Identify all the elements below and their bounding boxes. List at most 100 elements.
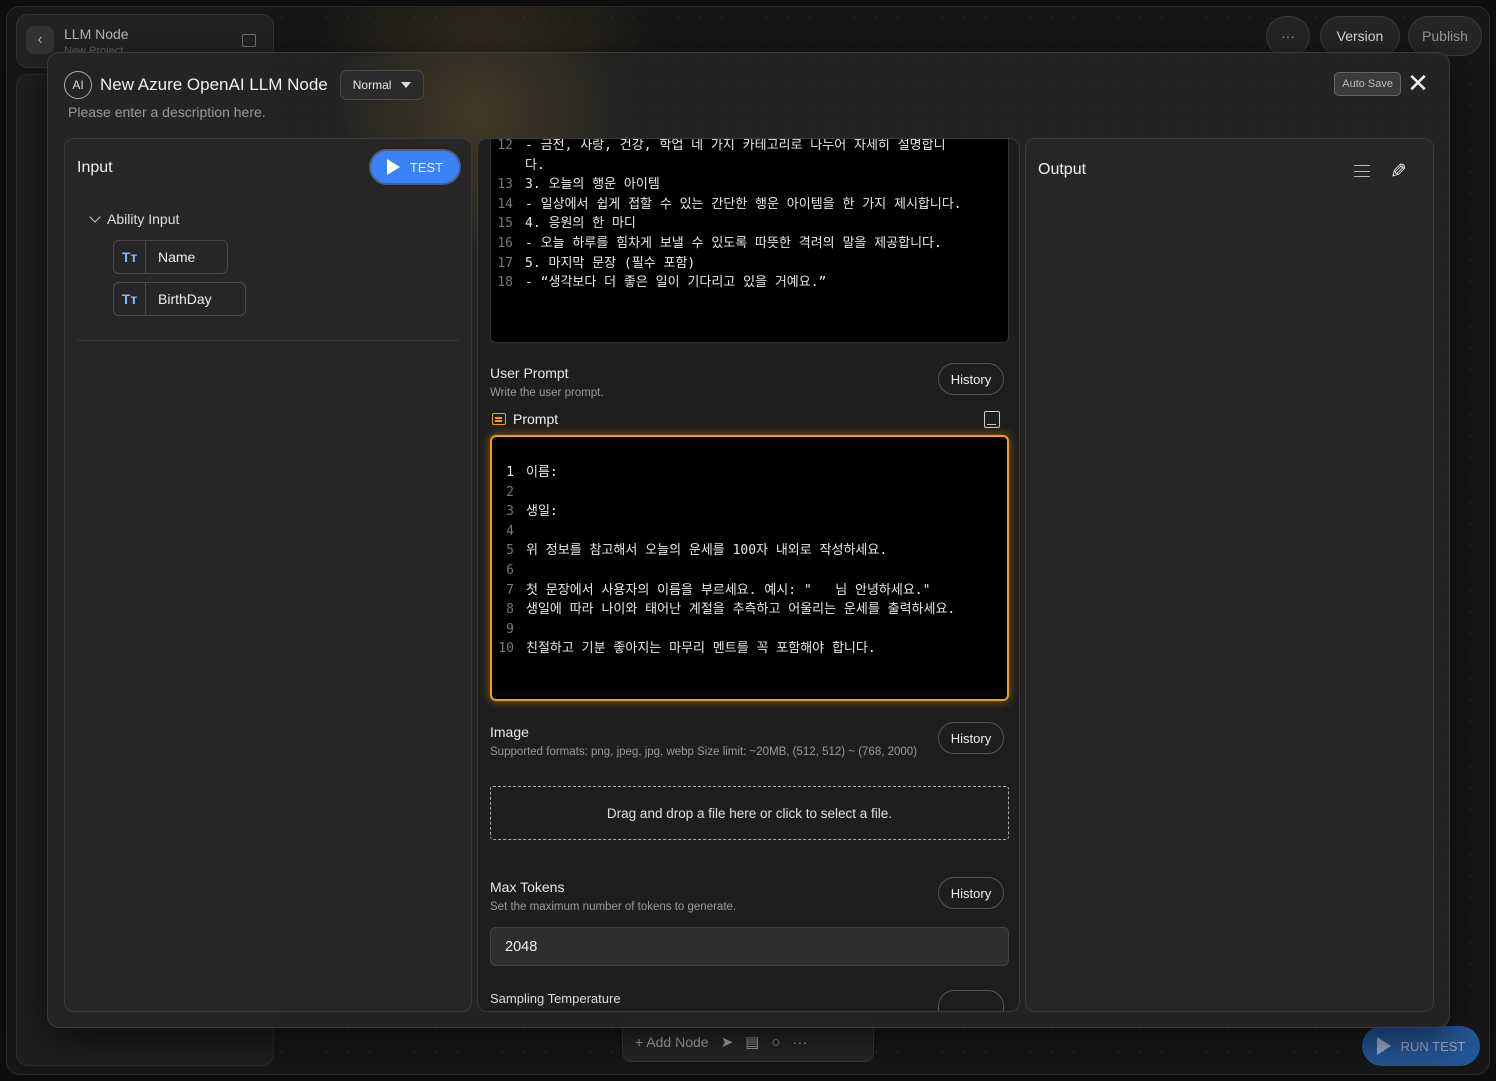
line-number: 5 (506, 543, 514, 559)
code-line: 10 친절하고 기분 좋아지는 마무리 멘트를 꼭 포함해야 합니다. (492, 639, 1007, 659)
code-line: 12 - 금전, 사랑, 건강, 학업 네 가지 카테고리로 나누어 자세히 설명… (491, 138, 1008, 156)
code-line: 다. (491, 156, 1008, 176)
auto-save-badge[interactable]: Auto Save (1334, 72, 1401, 96)
comment-icon[interactable]: ○ (771, 1034, 780, 1051)
play-icon (1376, 1037, 1391, 1055)
line-text: 3. 오늘의 행운 아이템 (525, 177, 660, 193)
max-tokens-description: Set the maximum number of tokens to gene… (490, 901, 737, 913)
input-panel-title: Input (77, 159, 113, 176)
user-prompt-label: User Prompt (490, 365, 569, 381)
note-icon[interactable]: ▤ (745, 1033, 759, 1051)
ability-input-label: Ability Input (107, 211, 180, 227)
text-type-icon: Tт (114, 241, 146, 273)
panel-toggle-icon[interactable] (242, 34, 256, 47)
input-field-birthday[interactable]: Tт BirthDay (113, 282, 246, 316)
line-text: 생일: (526, 504, 566, 520)
output-panel: Output ✎ (1025, 138, 1434, 1012)
prompt-label-text: Prompt (513, 411, 559, 427)
close-icon[interactable]: ✕ (1405, 70, 1431, 97)
code-line: 15 4. 응원의 한 마디 (491, 214, 1008, 234)
line-number: 12 (497, 138, 513, 153)
modal-header: AI New Azure OpenAI LLM Node Normal (64, 70, 425, 100)
ability-input-toggle[interactable]: Ability Input (89, 211, 180, 227)
line-number: 17 (497, 255, 513, 271)
line-number: 6 (506, 562, 514, 578)
input-field-label: Name (158, 249, 196, 265)
user-prompt-history-button[interactable]: History (938, 363, 1004, 395)
line-number: 1 (506, 465, 514, 480)
more-icon[interactable]: ··· (792, 1034, 807, 1051)
config-panel[interactable]: 12- 금전, 사랑, 건강, 학업 네 가지 카테고리로 나누어 자세히 설명… (477, 138, 1020, 1012)
line-text: - 일상에서 쉽게 접할 수 있는 간단한 행운 아이템을 한 가지 제시합니다… (525, 196, 962, 212)
input-field-name[interactable]: Tт Name (113, 240, 228, 274)
mode-value: Normal (352, 78, 392, 92)
line-number: 4 (506, 523, 514, 539)
add-node-button[interactable]: + Add Node (635, 1034, 709, 1050)
line-text: 5. 마지막 문장 (필수 포함) (525, 255, 696, 271)
line-number: 18 (497, 275, 513, 291)
publish-button[interactable]: Publish (1408, 16, 1482, 56)
code-line: 8 생일에 따라 나이와 태어난 계절을 추측하고 어울리는 운세를 출력하세요. (492, 600, 1007, 620)
code-line: 2 (492, 483, 1007, 503)
temperature-history-button[interactable] (938, 990, 1004, 1011)
line-text: 4. 응원의 한 마디 (525, 216, 636, 232)
line-number: 14 (497, 196, 513, 212)
bottom-toolbar: + Add Node ➤ ▤ ○ ··· (622, 1022, 874, 1062)
input-field-label: BirthDay (158, 291, 212, 307)
back-icon[interactable]: ‹ (26, 26, 54, 54)
max-tokens-input[interactable]: 2048 (490, 927, 1009, 966)
user-prompt-editor[interactable]: 1 이름: 2 3 생일: 4 5 위 정보를 참고해서 오늘의 운세를 100자 내외로… (490, 435, 1009, 701)
prompt-label: Prompt (492, 411, 558, 427)
pencil-icon[interactable]: ✎ (1390, 159, 1407, 184)
ai-badge: AI (64, 71, 92, 99)
code-line: 5 위 정보를 참고해서 오늘의 운세를 100자 내외로 작성하세요. (492, 541, 1007, 561)
llm-node-modal: AI New Azure OpenAI LLM Node Normal Plea… (47, 52, 1450, 1028)
max-tokens-label: Max Tokens (490, 879, 565, 895)
code-line: 18 - “생각보다 더 좋은 일이 기다리고 있을 거예요.” (491, 273, 1008, 293)
code-line: 17 5. 마지막 문장 (필수 포함) (491, 254, 1008, 274)
version-button[interactable]: Version (1320, 16, 1400, 56)
line-text: 생일에 따라 나이와 태어난 계절을 추측하고 어울리는 운세를 출력하세요. (526, 602, 956, 618)
temperature-label: Sampling Temperature (490, 991, 621, 1006)
line-number: 13 (497, 177, 513, 193)
code-line: 4 (492, 522, 1007, 542)
menu-icon[interactable] (1354, 165, 1370, 177)
code-line: 14 - 일상에서 쉽게 접할 수 있는 간단한 행운 아이템을 한 가지 제시합… (491, 195, 1008, 215)
pointer-icon[interactable]: ➤ (721, 1033, 734, 1051)
input-panel: Input TEST Ability Input Tт Name Tт Birt… (64, 138, 472, 1012)
line-number: 15 (497, 216, 513, 232)
mode-select[interactable]: Normal (339, 70, 425, 100)
line-number: 9 (506, 621, 514, 637)
chat-icon (492, 413, 506, 425)
line-text: - 오늘 하루를 힘차게 보낼 수 있도록 따뜻한 격려의 말을 제공합니다. (525, 235, 942, 251)
line-number: 7 (506, 582, 514, 598)
image-dropzone[interactable]: Drag and drop a file here or click to se… (490, 786, 1009, 840)
expand-editor-icon[interactable] (984, 411, 1000, 428)
node-description[interactable]: Please enter a description here. (68, 104, 266, 120)
run-test-button[interactable]: RUN TEST (1362, 1026, 1480, 1066)
line-text: 위 정보를 참고해서 오늘의 운세를 100자 내외로 작성하세요. (526, 543, 888, 559)
line-number: 10 (498, 641, 514, 657)
image-description: Supported formats: png, jpeg, jpg, webp … (490, 746, 918, 758)
line-text: - “생각보다 더 좋은 일이 기다리고 있을 거예요.” (525, 275, 827, 291)
line-number: 8 (506, 602, 514, 618)
app-title: LLM Node (64, 26, 129, 42)
test-button[interactable]: TEST (371, 151, 459, 183)
node-title[interactable]: New Azure OpenAI LLM Node (100, 75, 328, 95)
line-text: 이름: (526, 465, 566, 480)
code-line: 16 - 오늘 하루를 힘차게 보낼 수 있도록 따뜻한 격려의 말을 제공합니다… (491, 234, 1008, 254)
line-text: 첫 문장에서 사용자의 이름을 부르세요. 예시: " 님 안녕하세요." (526, 582, 931, 598)
test-label: TEST (409, 159, 444, 175)
line-text: 다. (525, 157, 545, 173)
caret-down-icon (401, 82, 412, 88)
system-prompt-editor[interactable]: 12 - 금전, 사랑, 건강, 학업 네 가지 카테고리로 나누어 자세히 설명… (490, 138, 1009, 343)
more-button[interactable]: ··· (1266, 16, 1310, 56)
output-panel-title: Output (1038, 161, 1087, 178)
image-history-button[interactable]: History (938, 722, 1004, 754)
line-number: 16 (497, 235, 513, 251)
max-tokens-history-button[interactable]: History (938, 877, 1004, 909)
line-text: 친절하고 기분 좋아지는 마무리 멘트를 꼭 포함해야 합니다. (526, 641, 876, 657)
code-line: 1 이름: (492, 463, 1007, 483)
code-line: 9 (492, 620, 1007, 640)
code-line: 3 생일: (492, 502, 1007, 522)
